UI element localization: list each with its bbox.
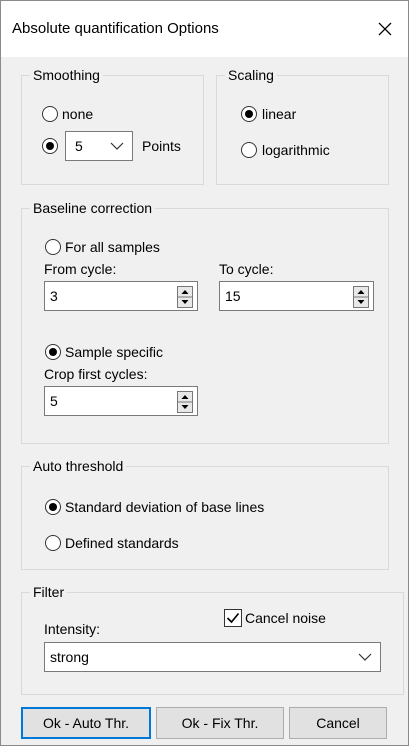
smoothing-none-label: none (62, 106, 94, 122)
stddev-label: Standard deviation of base lines (65, 499, 265, 515)
chevron-down-icon (358, 653, 372, 661)
smoothing-none-radio[interactable] (41, 105, 59, 123)
cancel-noise-checkbox[interactable] (224, 609, 242, 627)
smoothing-points-radio[interactable] (41, 137, 59, 155)
smoothing-legend: Smoothing (30, 66, 103, 84)
scaling-log-label: logarithmic (262, 142, 330, 158)
scaling-linear-radio[interactable] (240, 105, 258, 123)
from-cycle-value: 3 (50, 288, 58, 304)
crop-cycles-input[interactable]: 5 (44, 386, 198, 416)
from-cycle-spinner-icon[interactable] (177, 286, 193, 308)
from-cycle-input[interactable]: 3 (44, 281, 198, 311)
options-dialog: Absolute quantification Options Smoothin… (0, 0, 409, 746)
threshold-legend: Auto threshold (30, 457, 127, 475)
defined-standards-radio[interactable] (44, 534, 62, 552)
crop-cycles-value: 5 (50, 393, 58, 409)
title-bar: Absolute quantification Options (1, 1, 408, 57)
stddev-radio[interactable] (44, 498, 62, 516)
scaling-group: Scaling (216, 66, 389, 185)
sample-specific-label: Sample specific (65, 344, 164, 360)
crop-cycles-label: Crop first cycles: (44, 366, 148, 382)
close-button[interactable] (363, 11, 407, 47)
all-samples-label: For all samples (65, 239, 160, 255)
close-icon (378, 22, 392, 36)
to-cycle-input[interactable]: 15 (219, 281, 374, 311)
to-cycle-value: 15 (225, 288, 241, 304)
points-value: 5 (75, 138, 83, 154)
from-cycle-label: From cycle: (44, 261, 117, 277)
dialog-title: Absolute quantification Options (12, 20, 219, 37)
chevron-down-icon (110, 142, 124, 150)
threshold-group: Auto threshold (21, 457, 389, 570)
cancel-button[interactable]: Cancel (289, 707, 387, 739)
scaling-log-radio[interactable] (240, 141, 258, 159)
points-select[interactable]: 5 (65, 131, 133, 161)
to-cycle-label: To cycle: (219, 261, 274, 277)
sample-specific-radio[interactable] (44, 343, 62, 361)
intensity-select[interactable]: strong (44, 642, 381, 672)
filter-legend: Filter (30, 583, 68, 601)
ok-auto-threshold-button[interactable]: Ok - Auto Thr. (21, 707, 151, 739)
cancel-noise-label: Cancel noise (245, 610, 326, 626)
crop-cycles-spinner-icon[interactable] (177, 391, 193, 413)
intensity-value: strong (50, 649, 89, 665)
smoothing-group: Smoothing (21, 66, 204, 185)
to-cycle-spinner-icon[interactable] (353, 286, 369, 308)
intensity-label: Intensity: (44, 621, 101, 637)
scaling-linear-label: linear (262, 106, 297, 122)
scaling-legend: Scaling (225, 66, 277, 84)
all-samples-radio[interactable] (44, 238, 62, 256)
points-label: Points (142, 138, 181, 154)
ok-fix-threshold-button[interactable]: Ok - Fix Thr. (156, 707, 284, 739)
baseline-legend: Baseline correction (30, 199, 156, 217)
defined-standards-label: Defined standards (65, 535, 179, 551)
